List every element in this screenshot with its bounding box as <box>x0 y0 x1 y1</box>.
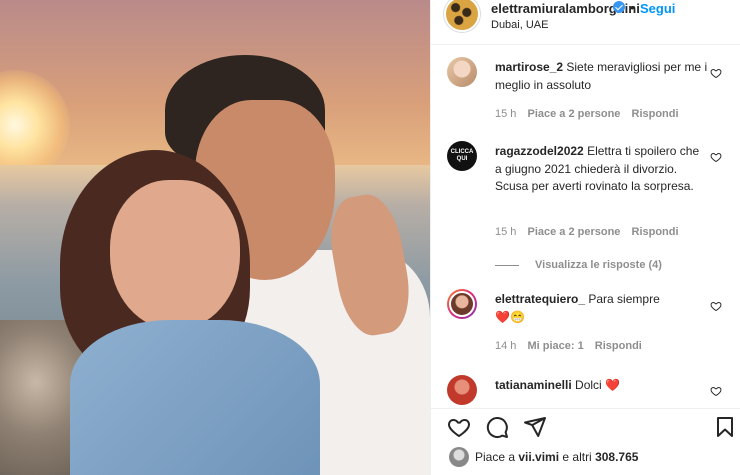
comment-icon[interactable] <box>485 415 509 439</box>
follow-button[interactable]: Segui <box>640 1 675 16</box>
comment-meta: 14 h Mi piace: 1 Rispondi <box>495 340 650 352</box>
post-sidebar: elettramiuralamborghini • Segui Dubai, U… <box>430 0 740 475</box>
reply-button[interactable]: Rispondi <box>632 108 679 120</box>
comment-body: martirose_2 Siete meravigliosi per me i … <box>495 59 709 94</box>
commenter-avatar[interactable]: CLICCA QUI <box>447 141 477 171</box>
likes-summary: Piace a vii.vimi e altri 308.765 <box>431 442 740 475</box>
post-photo[interactable] <box>0 0 430 475</box>
author-avatar[interactable] <box>444 0 480 32</box>
liker-username[interactable]: vii.vimi <box>518 450 559 464</box>
comment-likes[interactable]: Piace a 2 persone <box>527 108 620 120</box>
comment-text: Para siempre <box>588 292 660 306</box>
bookmark-icon[interactable] <box>713 415 737 439</box>
commenter-username[interactable]: martirose_2 <box>495 60 563 74</box>
comment-time[interactable]: 14 h <box>495 340 516 352</box>
sunset-sun <box>0 70 70 180</box>
comment-body: elettratequiero_ Para siempre ❤️😁 <box>495 291 709 326</box>
view-replies-button[interactable]: Visualizza le risposte (4) <box>495 259 662 271</box>
comment-likes[interactable]: Piace a 2 persone <box>527 226 620 238</box>
commenter-avatar[interactable] <box>447 375 477 405</box>
comment-emoji: ❤️😁 <box>495 309 525 324</box>
commenter-username[interactable]: tatianaminelli <box>495 378 572 392</box>
verified-badge-icon <box>613 1 625 13</box>
reply-button[interactable]: Rispondi <box>595 340 642 352</box>
woman-face <box>110 180 240 330</box>
avatar-image <box>449 291 475 317</box>
reply-button[interactable]: Rispondi <box>632 226 679 238</box>
post-header: elettramiuralamborghini • Segui Dubai, U… <box>431 0 740 44</box>
comment-like-icon[interactable] <box>710 67 722 79</box>
comment-like-icon[interactable] <box>710 385 722 397</box>
commenter-avatar[interactable] <box>447 57 477 87</box>
commenter-username[interactable]: elettratequiero_ <box>495 292 585 306</box>
comment-like-icon[interactable] <box>710 300 722 312</box>
comment-time[interactable]: 15 h <box>495 226 516 238</box>
liker-avatar[interactable] <box>449 447 469 467</box>
commenter-username[interactable]: ragazzodel2022 <box>495 144 584 158</box>
comment-time[interactable]: 15 h <box>495 108 516 120</box>
post-location[interactable]: Dubai, UAE <box>491 19 548 31</box>
comment-meta: 15 h Piace a 2 persone Rispondi <box>495 108 687 120</box>
comment-body: tatianaminelli Dolci ❤️ <box>495 377 709 395</box>
likes-prefix: Piace a <box>475 450 519 464</box>
comment-emoji: ❤️ <box>605 378 620 392</box>
commenter-avatar[interactable] <box>447 289 477 319</box>
comment-text: Dolci <box>575 378 602 392</box>
likes-count[interactable]: 308.765 <box>595 450 638 464</box>
likes-text[interactable]: Piace a vii.vimi e altri 308.765 <box>475 450 638 464</box>
heart-icon[interactable] <box>447 415 471 439</box>
comment-like-icon[interactable] <box>710 151 722 163</box>
share-icon[interactable] <box>523 415 547 439</box>
likes-suffix: e altri <box>559 450 596 464</box>
separator-dot: • <box>630 0 635 15</box>
comment-meta: 15 h Piace a 2 persone Rispondi <box>495 226 687 238</box>
comment-likes[interactable]: Mi piace: 1 <box>527 340 583 352</box>
comments-list[interactable]: martirose_2 Siete meravigliosi per me i … <box>431 44 740 408</box>
post-actions-bar <box>431 408 740 442</box>
comment-body: ragazzodel2022 Elettra ti spoilero che a… <box>495 143 709 196</box>
woman-shirt <box>70 320 320 475</box>
